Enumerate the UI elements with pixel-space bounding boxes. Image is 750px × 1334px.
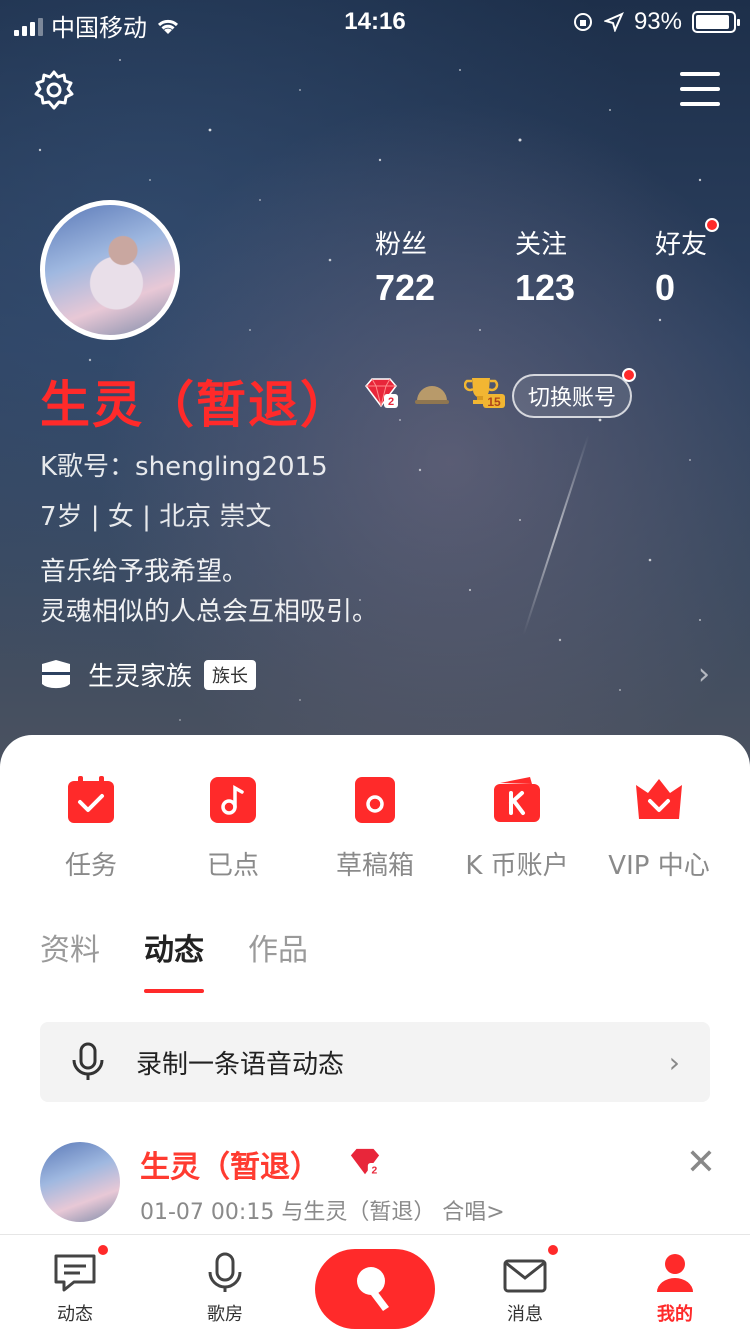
stat-value: 722 [375,267,436,308]
profile-tabs: 资料 动态 作品 [40,925,308,993]
stat-following[interactable]: 关注 123 [515,224,655,309]
notification-dot [96,1243,110,1257]
nav-label: 消息 [507,1304,543,1325]
voice-post-label: 录制一条语音动态 [136,1049,345,1080]
avatar[interactable] [40,200,180,340]
record-voice-post-button[interactable]: 录制一条语音动态 › [40,1022,710,1102]
nav-label: 我的 [657,1304,693,1325]
stat-label: 粉丝 [375,230,428,260]
trophy-level-badge-icon[interactable]: 15 [464,376,506,410]
close-icon[interactable]: ✕ [686,1142,716,1183]
chevron-right-icon: › [698,657,710,692]
nav-feed[interactable]: 动态 [0,1235,150,1334]
trophy-level-text: 15 [487,395,501,409]
bio-line: 音乐给予我希望。 [40,557,249,587]
notification-dot [622,368,637,382]
diamond-level-badge-icon[interactable]: 2 [362,376,400,410]
content-panel: 任务 已点 草稿箱 K 币账户 VIP 中心 资料 动态 作品 录制一条语音动态… [0,735,750,1235]
profile-bio: 音乐给予我希望。 灵魂相似的人总会互相吸引。 [40,552,378,632]
quick-action-requested[interactable]: 已点 [162,775,304,882]
quick-action-label: K 币账户 [465,851,569,881]
tab-feed[interactable]: 动态 [144,925,204,993]
quick-action-drafts[interactable]: 草稿箱 [304,775,446,882]
avatar[interactable] [40,1142,120,1222]
hamburger-menu-icon[interactable] [680,72,720,106]
quick-action-vip[interactable]: VIP 中心 [588,775,730,882]
bottom-nav: 动态 歌房 消息 我的 [0,1234,750,1334]
microphone-icon [208,1252,242,1292]
family-name: 生灵家族 [88,662,193,692]
stat-value: 0 [655,267,676,308]
stat-label: 关注 [515,230,568,260]
quick-action-k-coin[interactable]: K 币账户 [446,775,588,882]
tab-info[interactable]: 资料 [40,925,100,969]
gem-level-text: 2 [388,396,394,408]
stat-value: 123 [515,267,576,308]
location-arrow-icon [603,12,624,32]
notification-dot [546,1243,560,1257]
bio-line: 灵魂相似的人总会互相吸引。 [40,597,379,627]
nav-me[interactable]: 我的 [600,1235,750,1334]
chevron-right-icon: › [668,1045,680,1079]
status-bar: 中国移动 14:16 93% [0,0,750,44]
nav-record[interactable] [300,1235,450,1334]
nav-label: 动态 [57,1304,93,1325]
shield-icon [42,659,70,688]
feed-meta[interactable]: 01-07 00:15 与生灵（暂退） 合唱> [140,1194,505,1226]
k-coin-wallet-icon [494,777,540,822]
karaoke-mic-icon [357,1267,389,1311]
stat-fans[interactable]: 粉丝 722 [375,224,515,309]
gear-icon[interactable] [32,68,76,112]
profile-name: 生灵（暂退） [40,376,352,434]
envelope-icon [503,1259,547,1293]
diamond-level-badge-icon: 2 [350,1148,381,1176]
orientation-lock-icon [573,13,592,31]
profile-details: 7岁 | 女 | 北京 崇文 [40,502,272,532]
message-square-icon [54,1254,96,1292]
nav-karaoke-room[interactable]: 歌房 [150,1235,300,1334]
battery-icon [692,11,740,33]
profile-stats: 粉丝 722 关注 123 好友 0 [375,218,750,309]
nav-messages[interactable]: 消息 [450,1235,600,1334]
notification-dot [705,218,719,232]
gem-level-text: 2 [372,1165,378,1176]
tab-works[interactable]: 作品 [248,925,308,969]
music-note-icon [210,777,256,823]
draft-box-icon [355,777,395,823]
switch-account-button[interactable]: 切换账号 [512,368,637,418]
crown-icon [636,779,682,819]
quick-action-label: 草稿箱 [335,851,414,881]
quick-action-label: 任务 [64,851,117,881]
record-button[interactable] [315,1249,435,1329]
family-row[interactable]: 生灵家族 族长 › [40,656,710,693]
quick-actions: 任务 已点 草稿箱 K 币账户 VIP 中心 [0,775,750,882]
quick-action-label: VIP 中心 [608,851,710,881]
feed-author-name[interactable]: 生灵（暂退） [140,1142,320,1186]
helmet-badge-icon[interactable] [414,381,450,405]
family-role-tag: 族长 [204,659,257,690]
microphone-icon [72,1042,104,1080]
feed-item[interactable]: 生灵（暂退） 2 01-07 00:15 与生灵（暂退） 合唱> ✕ [40,1140,720,1230]
calendar-check-icon [68,776,114,823]
switch-account-label: 切换账号 [528,386,617,411]
k-id: K歌号：shengling2015 [40,452,328,482]
battery-percent: 93% [633,8,682,35]
quick-action-tasks[interactable]: 任务 [20,775,162,882]
user-profile-icon [657,1254,693,1292]
nav-label: 歌房 [207,1304,243,1325]
stat-friends[interactable]: 好友 0 [655,218,750,309]
quick-action-label: 已点 [206,851,259,881]
profile-header: 中国移动 14:16 93% 粉丝 722 关注 123 好友 0 生灵（暂退）… [0,0,750,770]
badge-row: 2 15 [362,376,506,410]
stat-label: 好友 [655,230,708,260]
